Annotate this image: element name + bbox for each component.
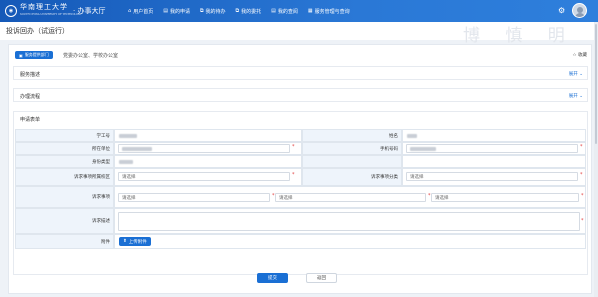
app-title: · 办事大厅 [73,7,106,15]
nav-my-todo[interactable]: ⧉ 我的待办 [200,8,226,15]
nav-my-reviews[interactable]: ▤ 我的查阅 [271,8,298,15]
favorite-label: 收藏 [578,53,587,58]
phone-required-mark: * [580,144,583,150]
upload-icon: ⬆ [123,239,127,244]
name-value [402,129,586,142]
main-nav: ⌂ 用户首页 ▤ 我的申请 ⧉ 我的待办 ⧉ 我的委托 ▤ 我的查阅 ▦ 服务管理与查询 [128,0,360,22]
nav-my-applications-label: 我的申请 [169,8,190,15]
building-icon: ▣ [19,52,23,58]
section-process: 办理流程 展开 ⌄ [13,88,588,102]
delegate-icon: ⧉ [235,8,240,14]
matter-select-2[interactable]: 请选择 [275,193,426,202]
favorite-button[interactable]: ☆ 收藏 [573,52,587,58]
page-scrollbar-thumb[interactable] [595,24,597,144]
section-process-title: 办理流程 [20,94,41,100]
description-required-mark: * [581,218,584,224]
category-required-mark: * [580,172,583,178]
phone-label: 手机号码 [302,142,402,155]
matter-3-required-mark: * [581,193,584,199]
identity-spacer-label [302,155,402,168]
identity-value [114,155,302,168]
dept-provider-button[interactable]: ▣ 服务提供部门 [15,51,53,59]
home-icon: ⌂ [128,8,132,14]
back-button[interactable]: 返回 [306,273,337,283]
matter-label: 诉求事项 [15,186,114,208]
manage-icon: ▦ [307,8,313,14]
section-description: 服务描述 展开 ⌄ [13,66,588,80]
user-avatar[interactable] [572,3,587,18]
matter-select-1[interactable]: 请选择 [118,193,270,202]
dept-provider-label: 服务提供部门 [24,52,49,57]
nav-service-management-label: 服务管理与查询 [314,8,350,15]
university-logo[interactable]: ◉ 华南理工大学 SOUTH CHINA UNIVERSITY OF TECHN… [5,3,82,19]
apply-icon: ▤ [163,8,168,14]
name-label: 姓名 [302,129,402,142]
section-description-title: 服务描述 [20,72,41,78]
top-navigation-bar: ◉ 华南理工大学 SOUTH CHINA UNIVERSITY OF TECHN… [0,0,598,22]
campus-label: 诉求事项所属校区 [15,168,114,186]
upload-attachment-button[interactable]: ⬆ 上传附件 [119,237,151,246]
expand-process-button[interactable]: 展开 ⌄ [569,93,583,99]
nav-my-delegations-label: 我的委托 [241,8,262,15]
student-id-label: 学工号 [15,129,114,142]
attachment-cell [114,234,586,249]
nav-my-todo-label: 我的待办 [205,8,226,15]
nav-my-applications[interactable]: ▤ 我的申请 [163,8,190,15]
submit-button[interactable]: 提交 [257,273,288,283]
dept-list: 党委办公室、学校办公室 [63,53,119,59]
nav-my-reviews-label: 我的查阅 [277,8,298,15]
page-title: 投诉回办（试运行） [6,27,69,35]
campus-select[interactable]: 请选择 [118,172,290,181]
review-icon: ▤ [271,8,276,14]
nav-home[interactable]: ⌂ 用户首页 [128,8,153,15]
identity-label: 身份类型 [15,155,114,168]
nav-service-management[interactable]: ▦ 服务管理与查询 [308,8,350,15]
unit-required-mark: * [292,144,295,150]
matter-select-3[interactable]: 请选择 [431,193,579,202]
star-icon: ☆ [572,53,577,58]
upload-attachment-label: 上传附件 [128,239,147,245]
phone-field[interactable] [406,144,578,153]
form-title: 申请表单 [20,117,41,123]
unit-field[interactable] [118,144,290,153]
expand-description-button[interactable]: 展开 ⌄ [569,71,583,77]
description-label: 诉求描述 [15,208,114,234]
unit-label: 所在单位 [15,142,114,155]
identity-spacer-value [402,155,586,168]
description-textarea[interactable] [118,212,580,231]
category-label: 诉求事项分类 [302,168,402,186]
nav-my-delegations[interactable]: ⧉ 我的委托 [236,8,262,15]
attachment-label: 附件 [15,234,114,249]
nav-home-label: 用户首页 [133,8,154,15]
settings-gear-icon[interactable]: ⚙ [558,6,565,15]
campus-required-mark: * [292,172,295,178]
university-seal-icon: ◉ [5,5,17,17]
category-select[interactable]: 请选择 [406,172,578,181]
todo-icon: ⧉ [199,8,204,14]
student-id-value [114,129,302,142]
